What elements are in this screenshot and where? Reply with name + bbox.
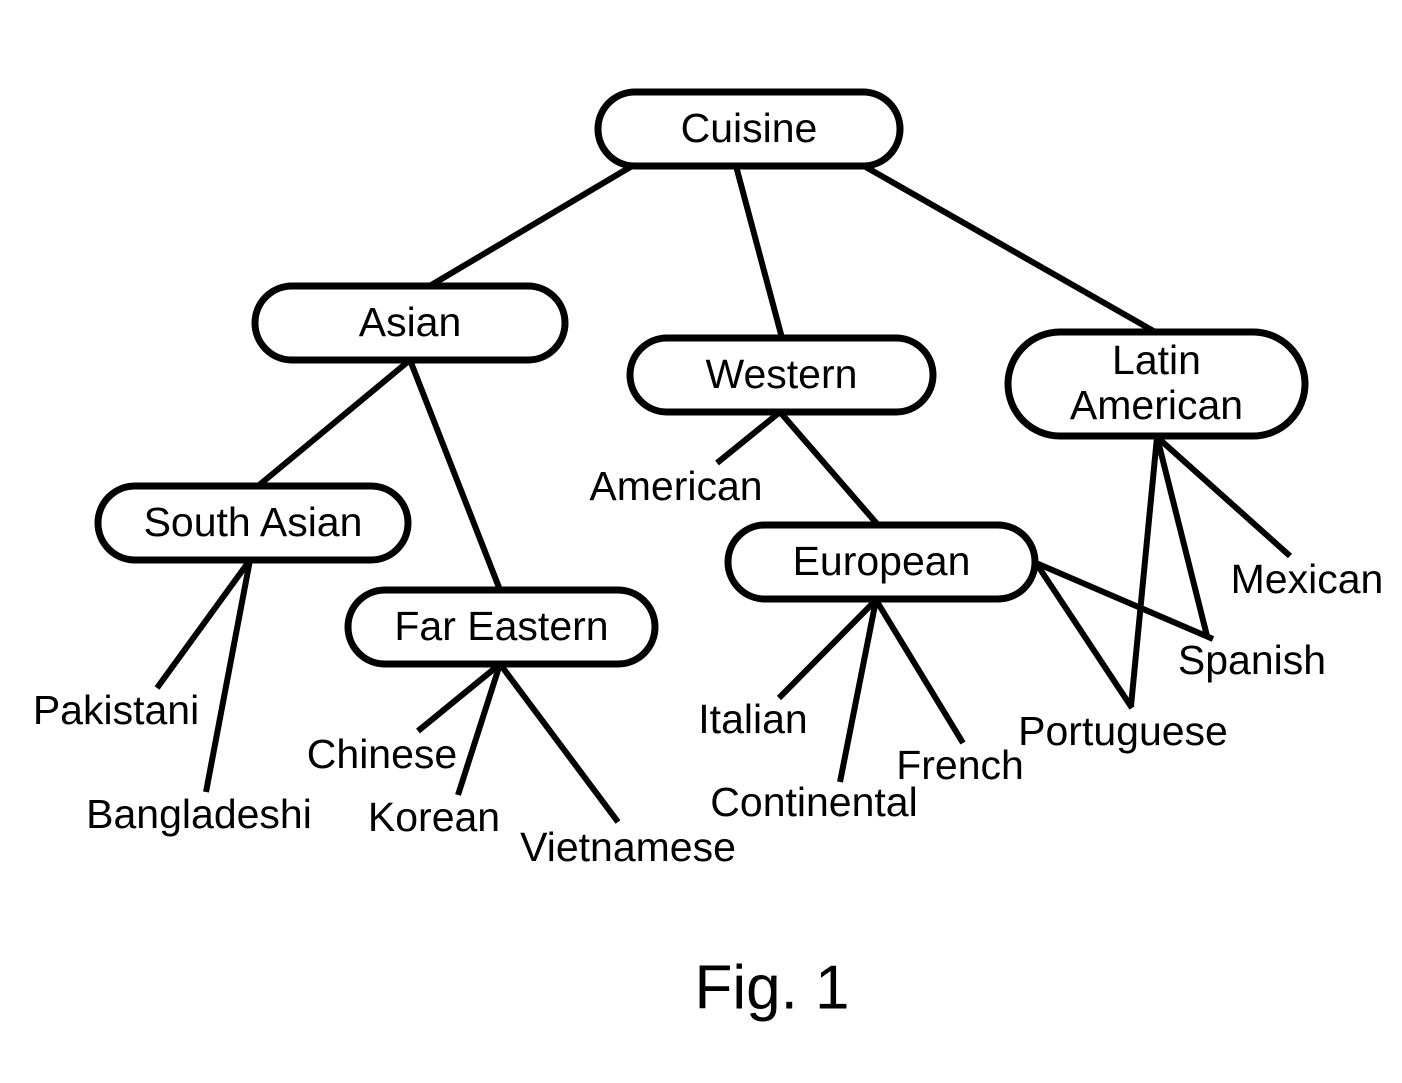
- edge-asian-to-far_eastern: [407, 358, 503, 592]
- leaf-label-american[interactable]: American: [589, 463, 762, 509]
- node-label-south_asian: South Asian: [144, 499, 363, 545]
- edge-cuisine-to-latin_american: [862, 163, 1159, 336]
- figure-caption: Fig. 1: [694, 953, 849, 1022]
- edge-cuisine-to-western: [733, 165, 785, 339]
- leaf-label-continental[interactable]: Continental: [710, 779, 917, 825]
- leaf-label-bangladeshi[interactable]: Bangladeshi: [86, 791, 312, 837]
- edge-asian-to-south_asian: [256, 357, 412, 489]
- node-asian[interactable]: Asian: [251, 282, 569, 364]
- edge-far_eastern-to-vietnamese: [497, 662, 621, 824]
- edge-latin_american-to-mexican: [1154, 434, 1293, 559]
- edge-western-to-european: [777, 410, 881, 527]
- leaf-label-chinese[interactable]: Chinese: [307, 731, 457, 777]
- leaf-label-mexican[interactable]: Mexican: [1231, 556, 1384, 602]
- node-far_eastern[interactable]: Far Eastern: [344, 586, 659, 668]
- node-label-western: Western: [706, 351, 858, 397]
- node-label-asian: Asian: [359, 299, 462, 345]
- node-label-european: European: [793, 538, 971, 584]
- node-european[interactable]: European: [724, 521, 1039, 603]
- cuisine-taxonomy-diagram: Cuisine Asian Western Latin American South As…: [33, 88, 1384, 1022]
- node-cuisine[interactable]: Cuisine: [594, 88, 904, 170]
- edge-western-to-american: [715, 409, 782, 466]
- node-label-cuisine: Cuisine: [681, 105, 818, 151]
- node-label-far_eastern: Far Eastern: [394, 603, 608, 649]
- node-layer: Cuisine Asian Western Latin American South As…: [94, 88, 1309, 668]
- leaf-label-pakistani[interactable]: Pakistani: [33, 687, 199, 733]
- node-western[interactable]: Western: [626, 334, 937, 416]
- figure-canvas: Cuisine Asian Western Latin American South As…: [0, 0, 1402, 1083]
- edge-latin_american-to-portuguese: [1128, 436, 1160, 707]
- edge-latin_american-to-spanish: [1154, 436, 1210, 637]
- leaf-label-vietnamese[interactable]: Vietnamese: [520, 824, 736, 870]
- node-latin_american[interactable]: Latin American: [1004, 328, 1309, 440]
- node-south_asian[interactable]: South Asian: [94, 482, 412, 564]
- edge-european-to-french: [873, 598, 966, 745]
- leaf-label-french[interactable]: French: [896, 742, 1024, 788]
- leaf-label-portuguese[interactable]: Portuguese: [1018, 708, 1228, 754]
- edge-cuisine-to-asian: [426, 163, 634, 290]
- leaf-label-spanish[interactable]: Spanish: [1178, 637, 1326, 683]
- leaf-label-korean[interactable]: Korean: [368, 794, 500, 840]
- leaf-label-italian[interactable]: Italian: [698, 696, 807, 742]
